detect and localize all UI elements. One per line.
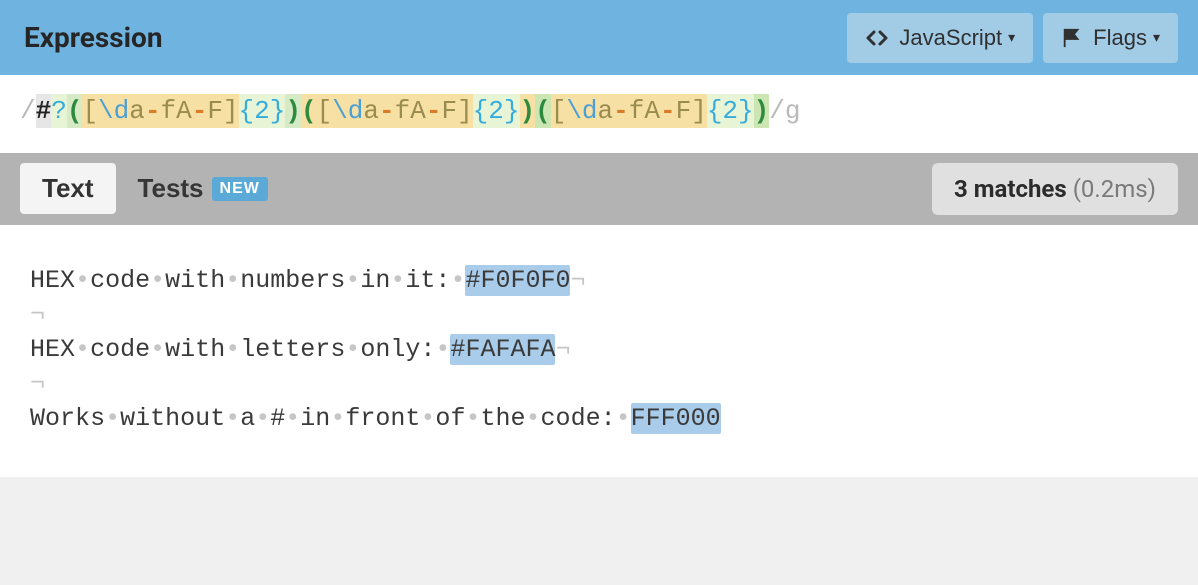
regex-curly-open: { (473, 94, 489, 128)
eol-marker: ¬ (30, 369, 45, 398)
regex-range-dash: - (426, 94, 442, 128)
regex-range-dash: - (660, 94, 676, 128)
chevron-down-icon: ▾ (1153, 29, 1160, 46)
text-line: ¬ (30, 368, 1168, 401)
regex-escape: \d (98, 94, 129, 128)
regex-charclass-close: ] (457, 94, 473, 128)
regex-range-char: a (598, 94, 614, 128)
tabs: Text Tests NEW (20, 163, 290, 214)
regex-charclass-open: [ (82, 94, 98, 128)
tab-label: Text (42, 173, 94, 204)
language-label: JavaScript (899, 25, 1002, 51)
matches-pill[interactable]: 3 matches (0.2ms) (932, 163, 1178, 215)
language-button[interactable]: JavaScript ▾ (847, 13, 1033, 63)
matches-count: 3 matches (954, 175, 1067, 203)
regex-range-char: A (410, 94, 426, 128)
header-buttons: JavaScript ▾ Flags ▾ (847, 13, 1178, 63)
regex-range-char: f (395, 94, 411, 128)
regex-escape: \d (332, 94, 363, 128)
text-line: HEX•code•with•numbers•in•it:•#F0F0F0¬ (30, 265, 1168, 298)
regex-group-open: ( (67, 94, 83, 128)
regex-group-close: ) (285, 94, 301, 128)
regex-group-open: ( (301, 94, 317, 128)
text-line: Works•without•a•#•in•front•of•the•code:•… (30, 403, 1168, 436)
text-fragment: HEX•code•with•numbers•in•it:• (30, 266, 465, 295)
regex-range-dash: - (613, 94, 629, 128)
regex-charclass-close: ] (223, 94, 239, 128)
regex-curly-close: } (504, 94, 520, 128)
regex-group-close: ) (754, 94, 770, 128)
regex-range-char: F (207, 94, 223, 128)
header-bar: Expression JavaScript ▾ Flags ▾ (0, 0, 1198, 75)
regex-charclass-open: [ (317, 94, 333, 128)
flag-icon (1061, 27, 1083, 49)
tab-text[interactable]: Text (20, 163, 116, 214)
regex-curly-n: 2 (488, 94, 504, 128)
controls-row: Text Tests NEW 3 matches (0.2ms) (0, 153, 1198, 225)
regex-group-open: ( (535, 94, 551, 128)
regex-delimiter-close: / (769, 94, 785, 128)
text-line: ¬ (30, 299, 1168, 332)
regex-charclass-close: ] (691, 94, 707, 128)
match-highlight: FFF000 (631, 403, 721, 434)
match-highlight: #FAFAFA (450, 334, 555, 365)
tab-tests[interactable]: Tests NEW (116, 163, 290, 214)
regex-delimiter-open: / (20, 94, 36, 128)
regex-curly-open: { (707, 94, 723, 128)
regex-range-dash: - (379, 94, 395, 128)
regex-range-dash: - (192, 94, 208, 128)
regex-range-char: a (129, 94, 145, 128)
page-title: Expression (20, 21, 847, 54)
flags-label: Flags (1093, 25, 1147, 51)
matches-timing: (0.2ms) (1073, 175, 1156, 203)
regex-quantifier: ? (51, 94, 67, 128)
regex-curly-close: } (738, 94, 754, 128)
chevron-down-icon: ▾ (1008, 29, 1015, 46)
regex-curly-close: } (270, 94, 286, 128)
regex-curly-open: { (239, 94, 255, 128)
match-highlight: #F0F0F0 (465, 265, 570, 296)
regex-range-dash: - (145, 94, 161, 128)
tab-label: Tests (138, 173, 204, 204)
eol-marker: ¬ (555, 335, 570, 364)
eol-marker: ¬ (570, 266, 585, 295)
regex-range-char: A (644, 94, 660, 128)
expression-input[interactable]: /#?([\da-fA-F]{2})([\da-fA-F]{2})([\da-f… (0, 75, 1198, 153)
regex-range-char: f (629, 94, 645, 128)
regex-group-close: ) (520, 94, 536, 128)
code-icon (865, 26, 889, 50)
regex-curly-n: 2 (254, 94, 270, 128)
new-badge: NEW (212, 177, 268, 201)
text-fragment: HEX•code•with•letters•only:• (30, 335, 450, 364)
regex-range-char: F (676, 94, 692, 128)
regex-literal: # (36, 94, 52, 128)
regex-range-char: F (441, 94, 457, 128)
eol-marker: ¬ (30, 300, 45, 329)
regex-range-char: A (176, 94, 192, 128)
test-text-area[interactable]: HEX•code•with•numbers•in•it:•#F0F0F0¬ ¬ … (0, 225, 1198, 478)
regex-escape: \d (566, 94, 597, 128)
text-fragment: Works•without•a•#•in•front•of•the•code:• (30, 404, 631, 433)
regex-charclass-open: [ (551, 94, 567, 128)
text-line: HEX•code•with•letters•only:•#FAFAFA¬ (30, 334, 1168, 367)
regex-range-char: f (160, 94, 176, 128)
flags-button[interactable]: Flags ▾ (1043, 13, 1178, 63)
regex-flag: g (785, 94, 801, 128)
regex-curly-n: 2 (722, 94, 738, 128)
regex-range-char: a (363, 94, 379, 128)
